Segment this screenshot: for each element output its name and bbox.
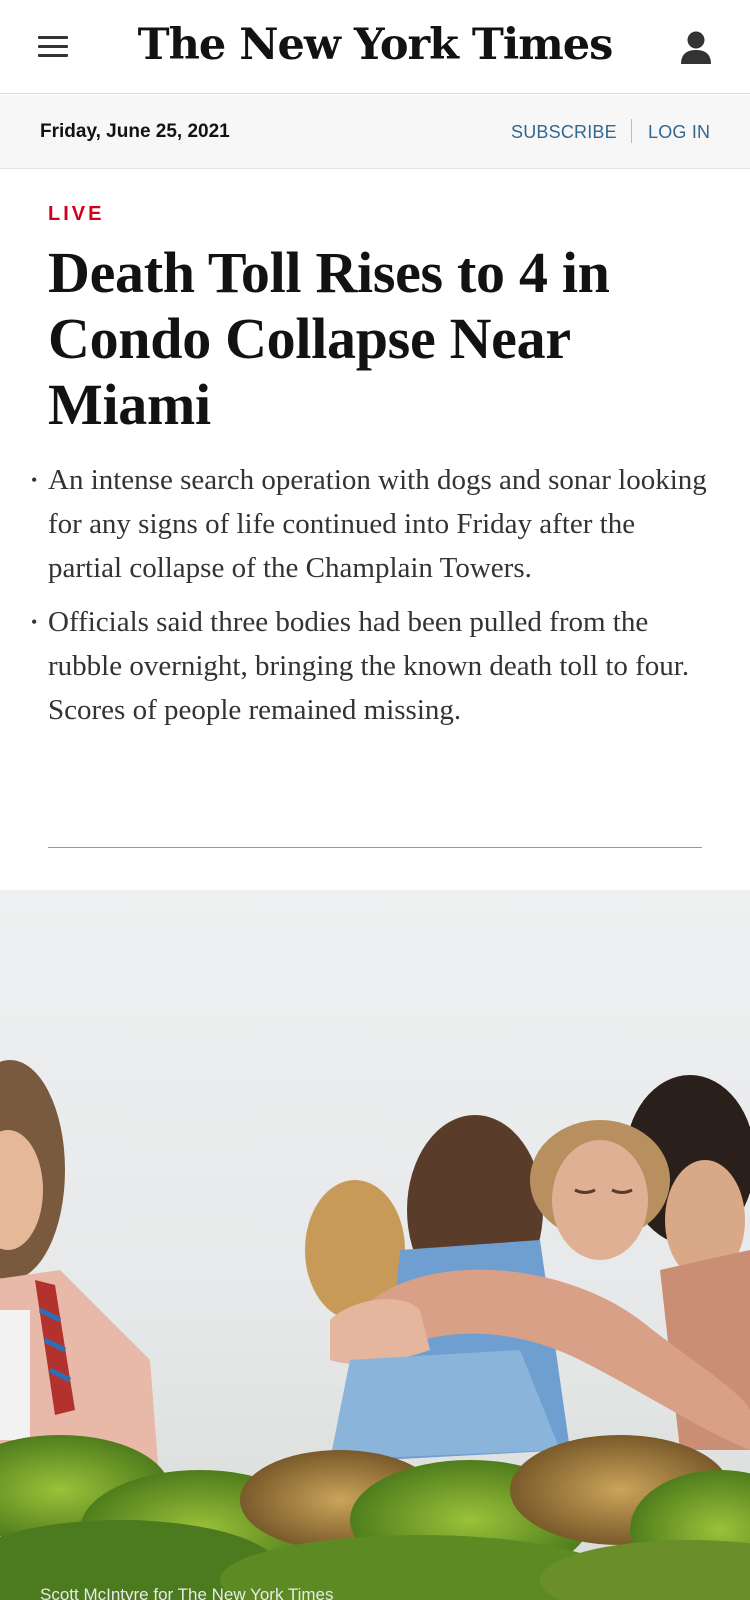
subscribe-link[interactable]: SUBSCRIBE [511,122,617,143]
lead-photo[interactable] [0,890,750,1600]
photo-credit: Scott McIntyre for The New York Times [40,1585,334,1600]
summary-item: • Officials said three bodies had been p… [31,600,708,732]
lead-photo-illustration [0,890,750,1600]
bullet-icon: • [31,612,38,632]
user-account-icon[interactable] [680,30,712,66]
bullet-icon: • [31,470,38,490]
login-link[interactable]: LOG IN [648,122,710,143]
summary-text: Officials said three bodies had been pul… [48,606,690,726]
date-bar: Friday, June 25, 2021 SUBSCRIBE LOG IN [0,95,750,169]
masthead: The New York Times [0,0,750,94]
summary-text: An intense search operation with dogs an… [48,464,707,584]
nyt-logo[interactable]: The New York Times [0,20,750,70]
current-date: Friday, June 25, 2021 [40,121,230,142]
article-headline[interactable]: Death Toll Rises to 4 in Condo Collapse … [48,240,708,438]
live-label: LIVE [48,203,105,225]
article-summary-list: • An intense search operation with dogs … [31,458,708,742]
section-divider [48,847,702,848]
summary-item: • An intense search operation with dogs … [31,458,708,590]
link-divider [631,119,632,143]
